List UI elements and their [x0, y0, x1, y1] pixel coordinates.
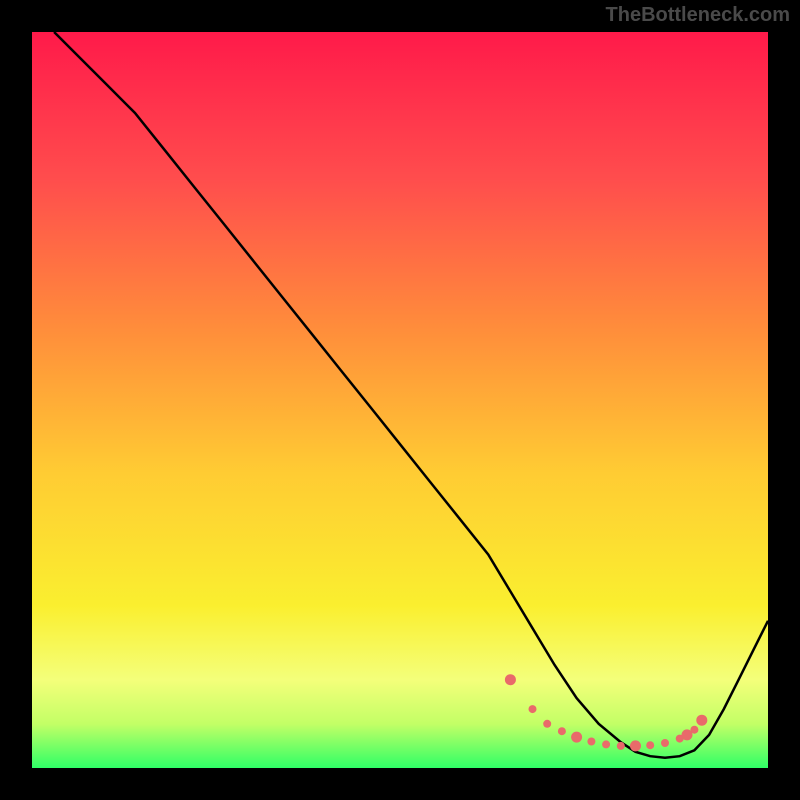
marker-dot — [646, 741, 654, 749]
marker-dot — [690, 726, 698, 734]
marker-dot — [630, 740, 641, 751]
marker-dot — [571, 732, 582, 743]
marker-dot — [558, 727, 566, 735]
marker-dot — [505, 674, 516, 685]
marker-dot — [696, 715, 707, 726]
marker-dot — [602, 740, 610, 748]
marker-dot — [587, 738, 595, 746]
chart-container: TheBottleneck.com — [0, 0, 800, 800]
marker-dot — [543, 720, 551, 728]
marker-dot — [617, 742, 625, 750]
watermark-text: TheBottleneck.com — [606, 4, 790, 27]
chart-svg — [32, 32, 768, 768]
marker-dot — [661, 739, 669, 747]
gradient-background — [32, 32, 768, 768]
plot-area — [32, 32, 768, 768]
marker-dot — [529, 705, 537, 713]
